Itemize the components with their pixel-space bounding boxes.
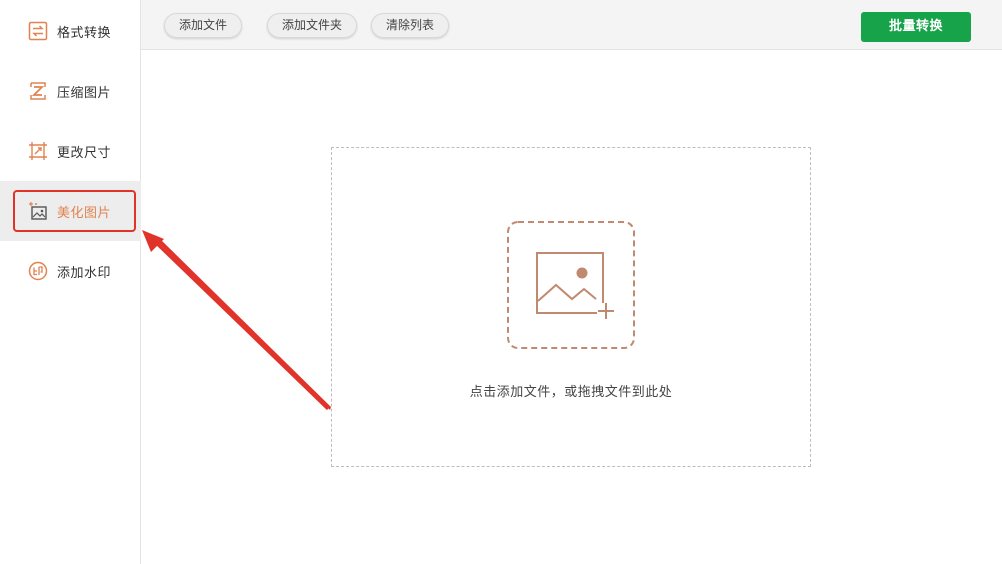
- file-drop-zone[interactable]: 点击添加文件，或拖拽文件到此处: [331, 147, 811, 467]
- watermark-icon: [28, 261, 48, 281]
- sidebar-item-label: 格式转换: [57, 25, 112, 41]
- drop-zone-hint: 点击添加文件，或拖拽文件到此处: [469, 385, 673, 400]
- clear-list-button[interactable]: 清除列表: [371, 13, 450, 38]
- highlight-box: [13, 190, 136, 232]
- sidebar-item-add-watermark[interactable]: 添加水印: [0, 241, 141, 301]
- sidebar-item-resize[interactable]: 更改尺寸: [0, 121, 141, 181]
- image-add-icon: [507, 221, 635, 349]
- add-folder-button[interactable]: 添加文件夹: [267, 13, 358, 38]
- resize-icon: [28, 141, 48, 161]
- sidebar-item-label: 更改尺寸: [57, 145, 112, 161]
- sidebar-item-label: 压缩图片: [57, 85, 112, 101]
- compress-image-icon: [28, 81, 48, 101]
- sidebar-item-format-convert[interactable]: 格式转换: [0, 1, 141, 61]
- format-convert-icon: [28, 21, 48, 41]
- sidebar-item-compress-image[interactable]: 压缩图片: [0, 61, 141, 121]
- sidebar: 格式转换 压缩图片 更改尺寸 美化图片 添加水印: [0, 0, 141, 564]
- batch-convert-button[interactable]: 批量转换: [861, 12, 971, 42]
- sidebar-item-label: 添加水印: [57, 265, 112, 281]
- add-file-button[interactable]: 添加文件: [164, 13, 243, 38]
- toolbar: 添加文件 添加文件夹 清除列表 批量转换: [141, 0, 1002, 50]
